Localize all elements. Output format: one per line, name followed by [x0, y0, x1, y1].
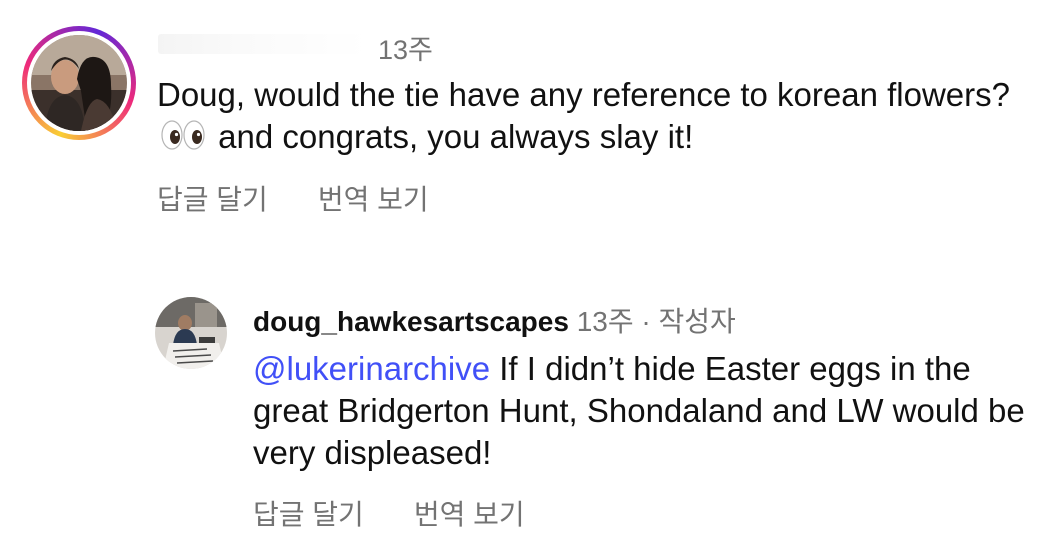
reply-text: @lukerinarchive If I didn’t hide Easter …	[253, 348, 1033, 474]
comment: 13주 Doug, would the tie have any referen…	[0, 0, 1052, 240]
meta-separator: ·	[641, 306, 651, 337]
comment-actions: 답글 달기 번역 보기	[157, 178, 429, 218]
reply-username[interactable]: doug_hawkesartscapes	[253, 306, 569, 337]
avatar-photo	[31, 35, 127, 131]
author-badge: 작성자	[658, 306, 736, 337]
avatar[interactable]	[31, 35, 127, 131]
see-translation-button[interactable]: 번역 보기	[318, 178, 429, 218]
reply-comment: doug_hawkesartscapes 13주 · 작성자 @lukerina…	[0, 280, 1052, 554]
reply-button[interactable]: 답글 달기	[157, 178, 268, 218]
story-ring-avatar[interactable]	[22, 26, 136, 140]
comment-text-part-1: Doug, would the tie have any reference t…	[157, 76, 1011, 113]
comment-text-part-2: and congrats, you always slay it!	[218, 118, 694, 155]
mention-link[interactable]: @lukerinarchive	[253, 350, 490, 387]
comment-text: Doug, would the tie have any reference t…	[157, 74, 1027, 160]
reply-avatar-photo	[155, 297, 227, 369]
reply-button[interactable]: 답글 달기	[253, 493, 364, 533]
comment-time: 13주	[378, 35, 433, 65]
reply-avatar[interactable]	[155, 297, 227, 369]
redacted-username	[158, 34, 368, 54]
reply-time: 13주	[576, 306, 634, 337]
see-translation-button[interactable]: 번역 보기	[414, 493, 525, 533]
reply-header: doug_hawkesartscapes 13주 · 작성자	[253, 300, 736, 340]
reply-actions: 답글 달기 번역 보기	[253, 493, 525, 533]
eyes-emoji-icon	[161, 118, 205, 160]
